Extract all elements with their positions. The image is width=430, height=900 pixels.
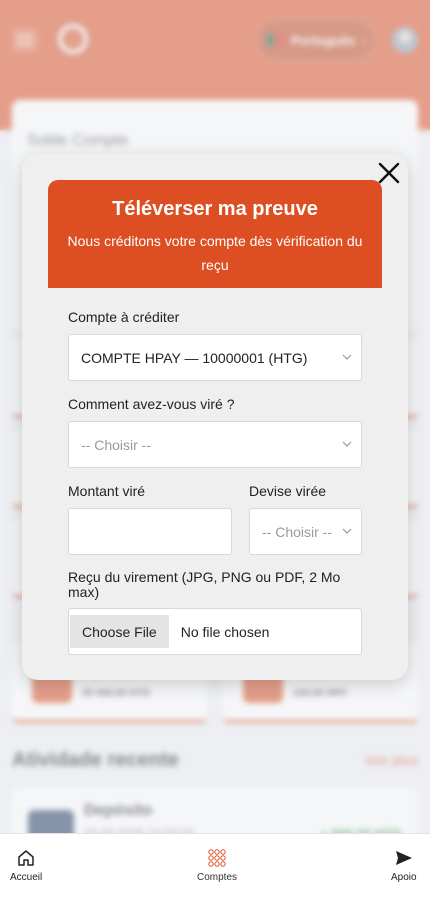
amount-input[interactable] <box>68 508 232 555</box>
close-button[interactable] <box>376 160 402 186</box>
modal-header: Téléverser ma preuve Nous créditons votr… <box>48 180 382 288</box>
receipt-file-input[interactable]: Choose File No file chosen <box>68 608 362 655</box>
account-label: Compte à créditer <box>68 309 180 325</box>
chevron-down-icon <box>342 441 352 447</box>
nav-item-support[interactable]: Apoio <box>391 848 417 883</box>
send-icon <box>395 851 412 865</box>
modal-title: Téléverser ma preuve <box>112 198 318 220</box>
account-select-value: COMPTE HPAY — 10000001 (HTG) <box>81 349 308 366</box>
choose-file-button[interactable]: Choose File <box>70 615 169 648</box>
account-select[interactable]: COMPTE HPAY — 10000001 (HTG) <box>68 334 362 381</box>
close-icon <box>378 162 400 184</box>
currency-select[interactable]: -- Choisir -- <box>249 508 362 555</box>
currency-label: Devise virée <box>249 483 327 499</box>
receipt-label: Reçu du virement (JPG, PNG ou PDF, 2 Mo … <box>68 569 341 600</box>
modal-subtitle: Nous créditons votre compte dès vérifica… <box>67 233 363 273</box>
upload-proof-modal: Téléverser ma preuve Nous créditons votr… <box>22 154 408 680</box>
file-status: No file chosen <box>180 623 270 640</box>
currency-select-placeholder: -- Choisir -- <box>262 523 332 540</box>
grid-icon <box>208 849 226 867</box>
amount-label: Montant viré <box>68 483 146 499</box>
nav-item-home[interactable]: Accueil <box>10 848 42 883</box>
bottom-nav: Accueil Comptes Apoio <box>0 833 430 900</box>
nav-label: Comptes <box>197 872 238 883</box>
nav-item-accounts[interactable]: Comptes <box>197 848 237 883</box>
method-label: Comment avez-vous viré ? <box>68 396 235 412</box>
nav-label: Apoio <box>391 872 417 883</box>
nav-label: Accueil <box>10 872 43 883</box>
method-select[interactable]: -- Choisir -- <box>68 421 362 468</box>
method-select-placeholder: -- Choisir -- <box>81 436 151 453</box>
chevron-down-icon <box>342 528 352 534</box>
home-icon <box>18 850 34 866</box>
chevron-down-icon <box>342 354 352 360</box>
